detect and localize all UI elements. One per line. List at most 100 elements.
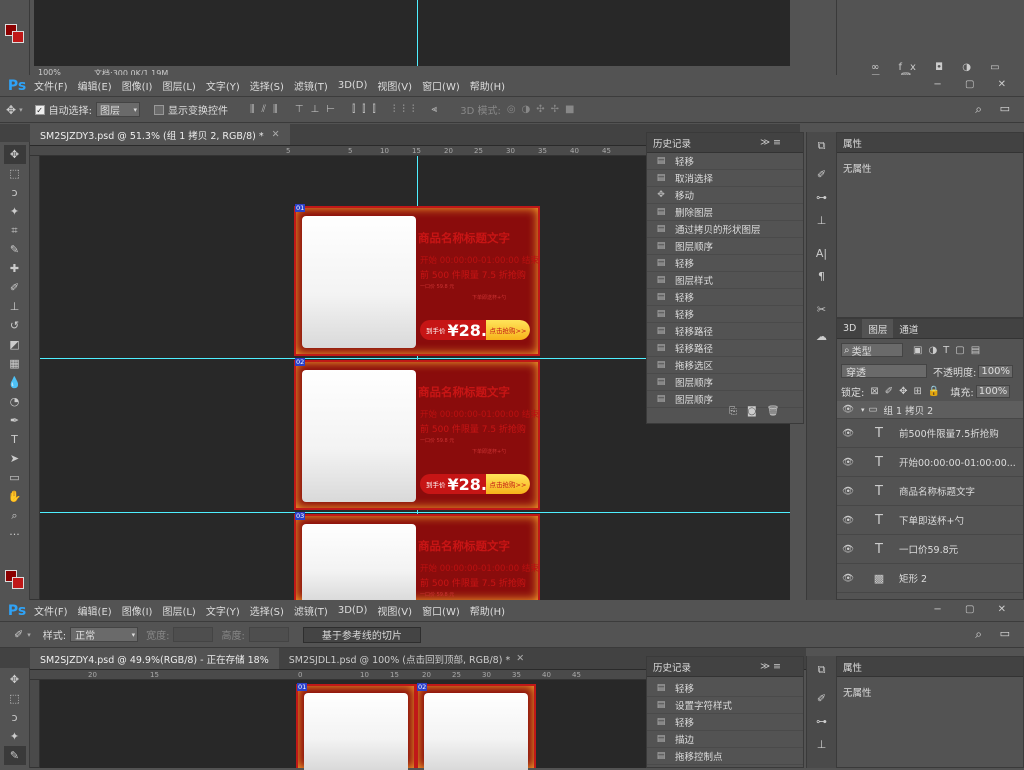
fill-input[interactable]: 100% [975,384,1011,398]
workspace-icon[interactable]: ▭ [1000,627,1010,640]
pen-tool-icon[interactable]: ✒ [4,411,26,430]
eraser-tool-icon[interactable]: ◩ [4,335,26,354]
slice-tag[interactable]: 02 [295,358,306,366]
menu-file[interactable]: 文件(F) [34,78,68,93]
close-icon[interactable]: ✕ [272,129,280,140]
eye-icon[interactable]: 👁 [837,404,859,415]
slice-tag[interactable]: 03 [295,512,306,520]
history-panel-icon[interactable]: ⧉ [811,660,833,679]
layer-row[interactable]: 👁 ▩ 矩形 2 [837,564,1023,593]
lasso-tool-icon[interactable]: ↄ [4,708,26,727]
eye-icon[interactable]: 👁 [837,486,859,497]
type-tool-icon[interactable]: T [4,430,26,449]
brush-panel-icon[interactable]: ✐ [811,689,833,708]
path-select-icon[interactable]: ➤ [4,449,26,468]
lock-icons[interactable]: ⊠✐✥⊞🔒 [870,386,946,397]
menu-layer[interactable]: 图层(L) [162,603,195,618]
lasso-tool-icon[interactable]: ↄ [4,183,26,202]
history-item[interactable]: ▤ 轻移 [647,306,803,323]
layer-row[interactable]: 👁 T 商品名称标题文字 [837,477,1023,506]
blend-dropdown[interactable]: 穿透 [841,364,927,379]
cc-libraries-icon[interactable]: ☁ [811,327,833,346]
history-brush-icon[interactable]: ↺ [4,316,26,335]
history-panel-icon[interactable]: ⧉ [811,136,833,155]
tab-channels[interactable]: 通道 [893,322,924,336]
menu-window[interactable]: 窗口(W) [422,78,460,93]
price-bar[interactable]: 到手价 ¥28.9 点击抢购>> [420,474,530,494]
slice-tool-icon[interactable]: ✎ [3,746,26,765]
history-item[interactable]: ▤ 轻移 [647,255,803,272]
search-icon[interactable]: ⌕ [975,627,982,642]
crop-tool-icon[interactable]: ⌗ [4,221,26,240]
bg-color-swatch[interactable] [12,31,24,43]
eye-icon[interactable]: 👁 [837,515,859,526]
menu-image[interactable]: 图像(I) [122,78,153,93]
stamp-tool-icon[interactable]: ⊥ [4,297,26,316]
history-item[interactable]: ▤ 轻移 [647,680,803,697]
layer-row[interactable]: 👁 T 前500件限量7.5折抢购 [837,419,1023,448]
auto-select-checkbox[interactable]: ✓ [34,104,45,115]
menu-view[interactable]: 视图(V) [377,603,412,618]
slice-tool-icon[interactable]: ✐ [14,628,23,641]
menu-edit[interactable]: 编辑(E) [78,603,112,618]
search-icon[interactable]: ⌕ [975,102,982,117]
history-item[interactable]: ▤ 通过拷贝的形状图层 [647,221,803,238]
auto-select-dropdown[interactable]: 图层 ▾ [95,102,140,117]
move-tool-icon[interactable]: ✥ [6,103,16,117]
slice-tag[interactable]: 02 [417,683,428,691]
gradient-tool-icon[interactable]: ▦ [4,354,26,373]
show-transform-checkbox[interactable] [153,104,164,115]
panel-menu-icon[interactable]: ≫ ≡ [760,661,781,672]
menu-help[interactable]: 帮助(H) [470,78,505,93]
healing-brush-icon[interactable]: ✚ [4,259,26,278]
stamp-panel-icon[interactable]: ⊥ [811,211,833,230]
hand-tool-icon[interactable]: ✋ [4,487,26,506]
menu-filter[interactable]: 滤镜(T) [294,603,328,618]
layer-row[interactable]: 👁 T 开始00:00:00-01:00:00... [837,448,1023,477]
buy-button[interactable]: 点击抢购>> [486,320,530,340]
chevron-down-icon[interactable]: ▾ [861,406,865,414]
eye-icon[interactable]: 👁 [837,573,859,584]
history-item[interactable]: ▤ 取消选择 [647,170,803,187]
align-icons[interactable]: ⫼⫽⫼ ⊤⊥⊢ ⫿⫿⫿ ⫶⫶⫶ ⫷ [250,104,444,115]
zoom-tool-icon[interactable]: ⌕ [4,506,26,525]
chevron-down-icon[interactable]: ▾ [27,631,31,639]
layer-row[interactable]: 👁 T 一口价59.8元 [837,535,1023,564]
stamp-panel-icon[interactable]: ⊥ [811,735,833,754]
brush-tool-icon[interactable]: ✐ [4,278,26,297]
menu-3d[interactable]: 3D(D) [338,80,368,91]
history-item[interactable]: ▤ 拖移选区 [647,357,803,374]
product-banner[interactable]: 商品名称标题文字 开始 00:00:00-01:00:00 结束 前 500 件… [294,514,540,602]
history-item[interactable]: ▤ 轻移 [647,289,803,306]
menu-view[interactable]: 视图(V) [377,78,412,93]
menu-file[interactable]: 文件(F) [34,603,68,618]
move-tool-icon[interactable]: ✥ [4,670,26,689]
menu-image[interactable]: 图像(I) [122,603,153,618]
tab-3d[interactable]: 3D [837,323,862,334]
history-item[interactable]: ▤ 图层顺序 [647,374,803,391]
marquee-tool-icon[interactable]: ⬚ [4,689,26,708]
history-item[interactable]: ▤ 图层样式 [647,272,803,289]
slice-tag[interactable]: 01 [295,204,306,212]
menu-edit[interactable]: 编辑(E) [78,78,112,93]
eye-icon[interactable]: 👁 [837,457,859,468]
history-item[interactable]: ✥ 移动 [647,187,803,204]
move-tool-icon[interactable]: ✥ [3,145,26,164]
tab-layers[interactable]: 图层 [862,319,894,338]
history-footer-icons[interactable]: ⎘◙🗑 [729,406,789,417]
adjust-panel-icon[interactable]: ⊶ [811,712,833,731]
marquee-tool-icon[interactable]: ⬚ [4,164,26,183]
tools-panel-icon[interactable]: ✂ [811,300,833,319]
menu-select[interactable]: 选择(S) [250,603,284,618]
layer-group-row[interactable]: 👁 ▾ ▭ 组 1 拷贝 2 [837,401,1023,419]
more-tools-icon[interactable]: ··· [4,525,26,544]
menu-3d[interactable]: 3D(D) [338,605,368,616]
history-item[interactable]: ▤ 删除图层 [647,204,803,221]
brush-panel-icon[interactable]: ✐ [811,165,833,184]
bg-color-swatch[interactable] [12,577,24,589]
eyedropper-icon[interactable]: ✎ [4,240,26,259]
close-icon[interactable]: ✕ [516,653,524,664]
adjust-panel-icon[interactable]: ⊶ [811,188,833,207]
menu-filter[interactable]: 滤镜(T) [294,78,328,93]
filter-icons[interactable]: ▣◑T▢▤ [913,345,986,356]
